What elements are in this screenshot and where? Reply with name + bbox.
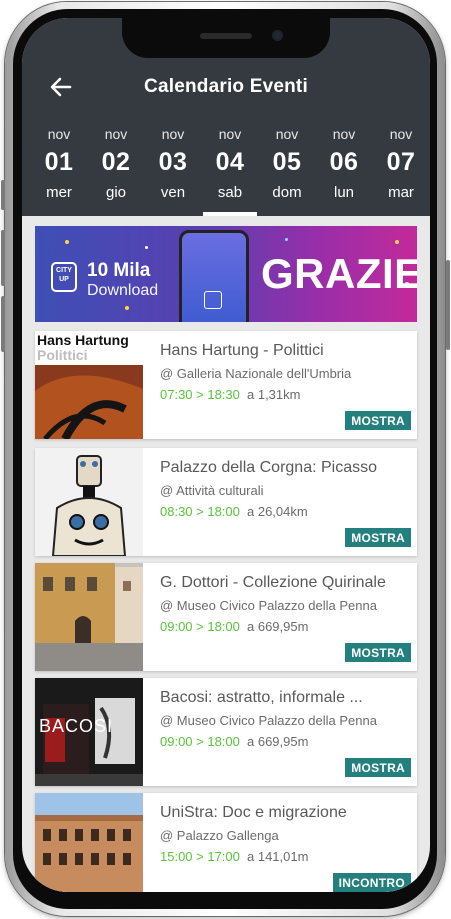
day-weekday: lun — [333, 184, 355, 201]
event-category-badge: MOSTRA — [345, 643, 411, 662]
thumb-caption: BACOSI — [39, 716, 114, 736]
event-venue: @ Museo Civico Palazzo della Penna — [160, 713, 377, 728]
day-weekday: dom — [272, 184, 302, 201]
day-month: nov — [275, 126, 299, 142]
confetti-dot — [395, 240, 399, 244]
phone-illustration — [179, 230, 249, 322]
event-card[interactable]: Palazzo della Corgna: Picasso @ Attività… — [35, 448, 417, 556]
event-card[interactable]: BACOSI Bacosi: astratto, informale ... @… — [35, 678, 417, 786]
confetti-dot — [145, 246, 148, 249]
event-thumbnail: Hans Hartung Polittici — [35, 331, 143, 439]
day-month: nov — [218, 126, 242, 142]
app-screen: Calendario Eventi nov 01 mer nov 02 gio … — [22, 18, 430, 892]
thumb-caption: Hans Hartung — [37, 332, 129, 348]
event-thumbnail — [35, 793, 143, 892]
day-weekday: mer — [46, 184, 72, 201]
event-distance: a 669,95m — [247, 619, 309, 634]
day-month: nov — [47, 126, 71, 142]
day-number: 06 — [329, 148, 359, 176]
day-tab-07[interactable]: nov 07 mar — [374, 124, 428, 216]
phone-power-button — [446, 260, 450, 350]
day-weekday: mar — [388, 184, 414, 201]
event-distance: a 669,95m — [247, 734, 309, 749]
event-time: 09:00 > 18:00 — [160, 734, 240, 749]
speaker-grille — [200, 33, 252, 39]
logo-line2: UP — [59, 276, 69, 283]
event-card[interactable]: G. Dottori - Collezione Quirinale @ Muse… — [35, 563, 417, 671]
active-day-indicator — [203, 212, 257, 216]
event-venue: @ Galleria Nazionale dell'Umbria — [160, 366, 352, 381]
day-month: nov — [332, 126, 356, 142]
event-card[interactable]: UniStra: Doc e migrazione @ Palazzo Gall… — [35, 793, 417, 892]
confetti-dot — [125, 306, 129, 310]
event-category-badge: MOSTRA — [345, 411, 411, 430]
event-category-badge: MOSTRA — [345, 758, 411, 777]
event-time: 09:00 > 18:00 — [160, 619, 240, 634]
day-tab-04[interactable]: nov 04 sab — [203, 124, 257, 216]
day-tab-01[interactable]: nov 01 mer — [32, 124, 86, 216]
event-category-badge: MOSTRA — [345, 528, 411, 547]
event-category-badge: INCONTRO — [332, 873, 411, 892]
day-weekday: ven — [160, 184, 186, 201]
day-weekday: sab — [217, 184, 243, 201]
banner-subline: Download — [87, 282, 159, 299]
day-number: 02 — [101, 148, 131, 176]
thumb-caption-sub: Polittici — [37, 347, 88, 363]
day-number: 04 — [215, 148, 245, 176]
confetti-dot — [65, 240, 69, 244]
day-tab-05[interactable]: nov 05 dom — [260, 124, 314, 216]
banner-grazie: GRAZIE — [261, 250, 417, 297]
page-title: Calendario Eventi — [144, 76, 308, 97]
event-distance: a 141,01m — [247, 849, 309, 864]
event-distance: a 1,31km — [247, 387, 301, 402]
phone-side-button — [1, 180, 5, 210]
day-tab-03[interactable]: nov 03 ven — [146, 124, 200, 216]
promo-banner[interactable]: CITY UP 10 Mila Download GRAZIE — [35, 226, 417, 322]
event-title: UniStra: Doc e migrazione — [160, 804, 347, 821]
banner-headline: 10 Mila — [87, 260, 151, 281]
event-title: G. Dottori - Collezione Quirinale — [160, 574, 386, 591]
event-title: Palazzo della Corgna: Picasso — [160, 459, 378, 476]
event-venue: @ Palazzo Gallenga — [160, 828, 279, 843]
phone-volume-up — [1, 230, 5, 286]
notch — [122, 18, 330, 58]
event-title: Bacosi: astratto, informale ... — [160, 689, 363, 706]
event-distance: a 26,04km — [247, 504, 308, 519]
day-month: nov — [389, 126, 413, 142]
cityup-logo: CITY UP — [51, 262, 77, 292]
confetti-dot — [285, 238, 288, 241]
day-weekday: gio — [105, 184, 127, 201]
event-thumbnail: BACOSI — [35, 678, 143, 786]
event-time: 07:30 > 18:30 — [160, 387, 240, 402]
event-thumbnail — [35, 563, 143, 671]
app-logo-icon — [204, 291, 222, 309]
day-number: 01 — [44, 148, 74, 176]
event-venue: @ Museo Civico Palazzo della Penna — [160, 598, 377, 613]
phone-volume-down — [1, 296, 5, 352]
event-thumbnail — [35, 448, 143, 556]
front-camera — [272, 30, 283, 41]
day-number: 05 — [272, 148, 302, 176]
event-title: Hans Hartung - Polittici — [160, 342, 324, 359]
day-month: nov — [161, 126, 185, 142]
logo-line1: CITY — [56, 267, 72, 274]
date-selector: nov 01 mer nov 02 gio nov 03 ven nov 04 … — [32, 124, 430, 216]
event-time: 08:30 > 18:00 — [160, 504, 240, 519]
event-venue: @ Attività culturali — [160, 483, 264, 498]
day-tab-06[interactable]: nov 06 lun — [317, 124, 371, 216]
day-number: 07 — [386, 148, 416, 176]
day-month: nov — [104, 126, 128, 142]
day-number: 03 — [158, 148, 188, 176]
event-card[interactable]: Hans Hartung Polittici Hans Hartung - Po… — [35, 331, 417, 439]
day-tab-02[interactable]: nov 02 gio — [89, 124, 143, 216]
event-time: 15:00 > 17:00 — [160, 849, 240, 864]
